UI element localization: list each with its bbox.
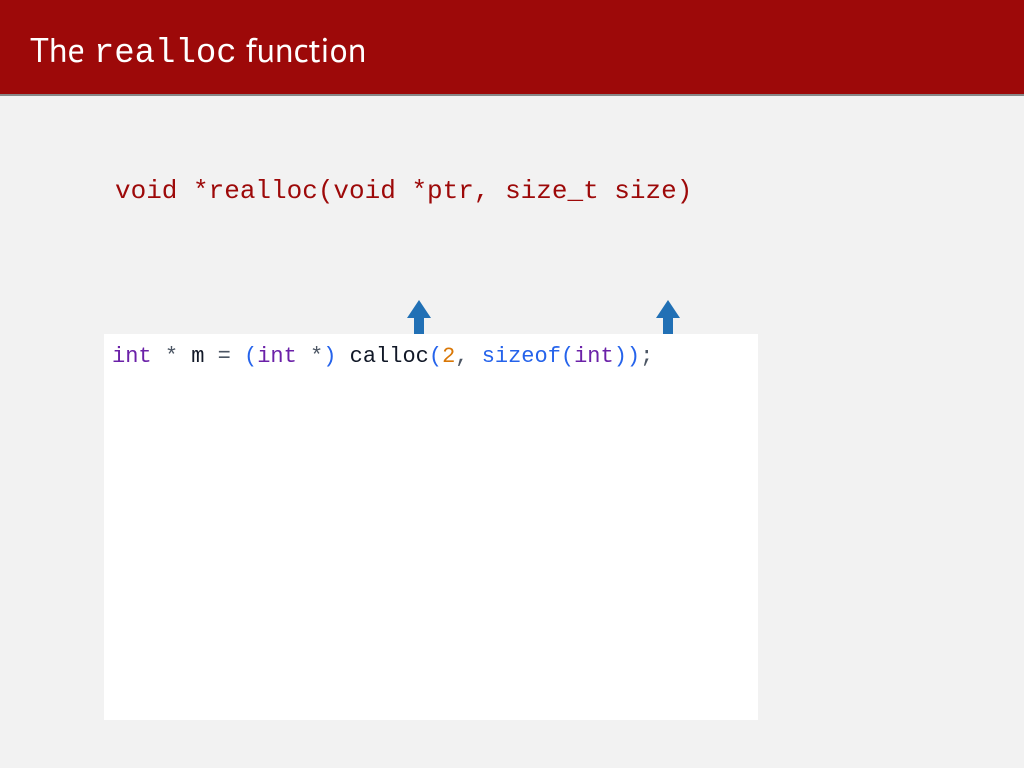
- slide-body: void *realloc(void *ptr, size_t size) Ex…: [0, 96, 1024, 206]
- code-token: [152, 344, 165, 369]
- function-signature: void *realloc(void *ptr, size_t size): [115, 176, 909, 206]
- code-token: )): [614, 344, 640, 369]
- slide-title: The realloc function: [30, 28, 994, 73]
- code-block: int * m = (int *) calloc(2, sizeof(int))…: [104, 334, 758, 720]
- code-line: int * m = (int *) calloc(2, sizeof(int))…: [104, 334, 758, 369]
- code-token: int: [574, 344, 614, 369]
- slide-header: The realloc function: [0, 0, 1024, 96]
- code-token: =: [218, 344, 231, 369]
- code-token: [468, 344, 481, 369]
- title-suffix: function: [237, 28, 367, 72]
- code-token: ;: [640, 344, 653, 369]
- code-token: *: [310, 344, 323, 369]
- code-token: ): [323, 344, 336, 369]
- code-token: sizeof: [482, 344, 561, 369]
- code-token: int: [257, 344, 297, 369]
- title-prefix: The: [30, 28, 94, 72]
- code-token: calloc: [336, 344, 428, 369]
- code-token: m: [178, 344, 218, 369]
- code-token: int: [112, 344, 152, 369]
- code-token: ,: [455, 344, 468, 369]
- code-token: *: [165, 344, 178, 369]
- code-token: (: [244, 344, 257, 369]
- code-token: [231, 344, 244, 369]
- title-code: realloc: [94, 35, 237, 73]
- code-token: (: [561, 344, 574, 369]
- code-token: (: [429, 344, 442, 369]
- code-token: 2: [442, 344, 455, 369]
- code-token: [297, 344, 310, 369]
